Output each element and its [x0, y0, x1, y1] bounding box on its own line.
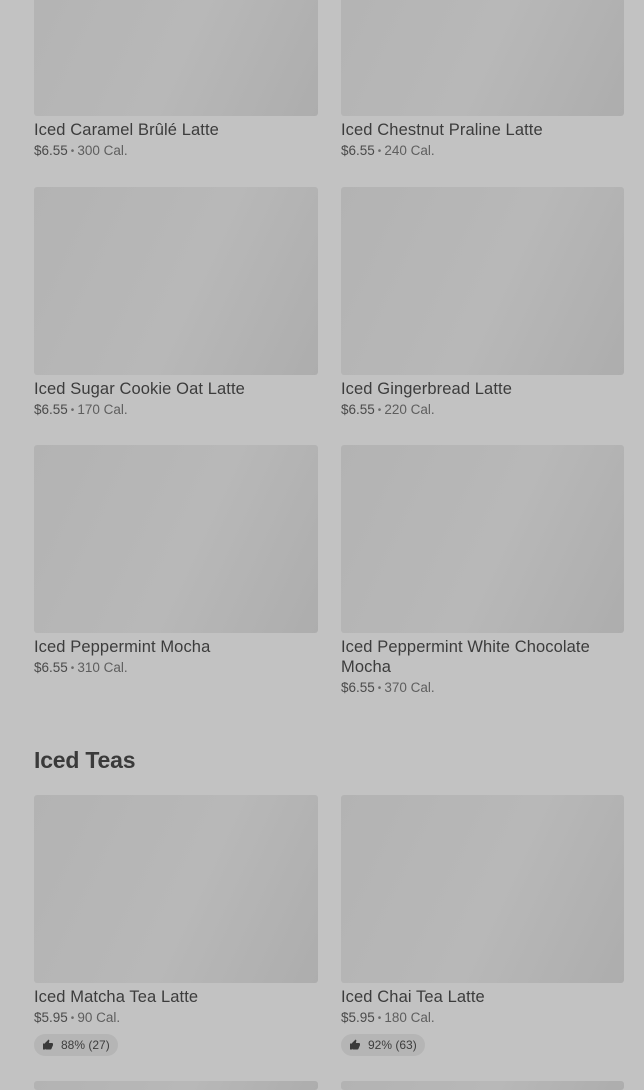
item-calories: 240 Cal. — [384, 143, 435, 158]
item-image — [341, 445, 624, 633]
item-price-calories: $5.95 • 90 Cal. — [34, 1009, 318, 1028]
menu-item-card[interactable]: Iced Gingerbread Latte $6.55 • 220 Cal. — [341, 187, 624, 420]
section-title: Iced Teas — [34, 747, 136, 773]
separator: • — [377, 683, 382, 694]
item-image — [34, 795, 318, 983]
item-name: Iced Sugar Cookie Oat Latte — [34, 380, 245, 398]
item-price-calories: $6.55 • 370 Cal. — [341, 679, 624, 698]
thumbs-up-icon — [350, 1039, 360, 1050]
menu-item-card[interactable]: Iced Chai Tea Latte $5.95 • 180 Cal. 92% (… — [341, 795, 624, 1056]
item-calories: 300 Cal. — [77, 143, 128, 158]
separator: • — [70, 1013, 75, 1024]
menu-item-card[interactable]: Iced Peppermint Mocha $6.55 • 310 Cal. — [34, 445, 318, 678]
separator: • — [377, 1013, 382, 1024]
rating-text: 92% (63) — [368, 1038, 417, 1052]
item-price-calories: $6.55 • 220 Cal. — [341, 401, 624, 420]
menu-item-card[interactable]: Iced Matcha Tea Latte $5.95 • 90 Cal. 88% … — [34, 795, 318, 1056]
item-calories: 170 Cal. — [77, 402, 128, 417]
item-price: $6.55 — [34, 143, 68, 158]
menu-item-card[interactable] — [34, 1081, 318, 1090]
item-price: $6.55 — [34, 402, 68, 417]
item-calories: 180 Cal. — [384, 1010, 435, 1025]
menu-item-card[interactable] — [341, 1081, 624, 1090]
item-image — [34, 187, 318, 375]
item-calories: 310 Cal. — [77, 660, 128, 675]
item-image — [341, 795, 624, 983]
item-price: $6.55 — [341, 402, 375, 417]
rating-badge: 92% (63) — [341, 1034, 425, 1056]
item-price: $6.55 — [341, 680, 375, 695]
separator: • — [70, 405, 75, 416]
item-price: $6.55 — [34, 660, 68, 675]
item-price: $6.55 — [341, 143, 375, 158]
item-calories: 90 Cal. — [77, 1010, 121, 1025]
item-image — [34, 1081, 318, 1090]
item-price-calories: $5.95 • 180 Cal. — [341, 1009, 624, 1028]
item-price-calories: $6.55 • 310 Cal. — [34, 659, 318, 678]
item-name: Iced Gingerbread Latte — [341, 380, 512, 398]
separator: • — [70, 663, 75, 674]
item-price-calories: $6.55 • 170 Cal. — [34, 401, 318, 420]
item-calories: 370 Cal. — [384, 680, 435, 695]
item-image — [341, 1081, 624, 1090]
thumbs-up-icon — [43, 1039, 53, 1050]
menu-item-card[interactable]: Iced Sugar Cookie Oat Latte $6.55 • 170 Ca… — [34, 187, 318, 420]
rating-text: 88% (27) — [61, 1038, 110, 1052]
item-price: $5.95 — [341, 1010, 375, 1025]
item-name: Iced Matcha Tea Latte — [34, 988, 199, 1006]
item-image — [34, 445, 318, 633]
separator: • — [377, 405, 382, 416]
separator: • — [377, 146, 382, 157]
item-name: Iced Chai Tea Latte — [341, 988, 485, 1006]
item-image — [341, 0, 624, 116]
item-price-calories: $6.55 • 240 Cal. — [341, 142, 624, 161]
item-price: $5.95 — [34, 1010, 68, 1025]
separator: • — [70, 146, 75, 157]
menu-item-card[interactable]: Iced Chestnut Praline Latte $6.55 • 240 Ca… — [341, 0, 624, 161]
item-price-calories: $6.55 • 300 Cal. — [34, 142, 318, 161]
item-name: Iced Peppermint White Chocolate Mocha — [341, 638, 590, 676]
item-name: Iced Caramel Brûlé Latte — [34, 121, 219, 139]
item-image — [341, 187, 624, 375]
menu-item-card[interactable]: Iced Peppermint White Chocolate Mocha $6… — [341, 445, 624, 698]
rating-badge: 88% (27) — [34, 1034, 118, 1056]
item-image — [34, 0, 318, 116]
item-name: Iced Peppermint Mocha — [34, 638, 211, 656]
item-name: Iced Chestnut Praline Latte — [341, 121, 543, 139]
menu-item-card[interactable]: Iced Caramel Brûlé Latte $6.55 • 300 Cal. — [34, 0, 318, 161]
item-calories: 220 Cal. — [384, 402, 435, 417]
